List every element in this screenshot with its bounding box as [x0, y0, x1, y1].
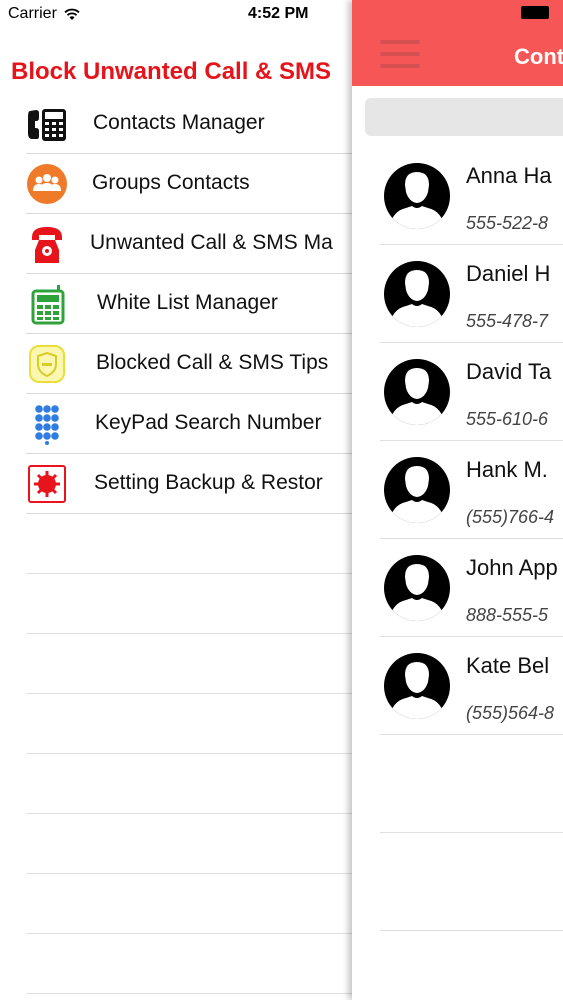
menu-item-label: White List Manager [97, 291, 278, 314]
contact-name: John App [466, 555, 558, 580]
menu-item-contacts-manager[interactable]: Contacts Manager [26, 94, 366, 154]
empty-row [380, 833, 563, 931]
menu-item-label: Groups Contacts [92, 171, 250, 194]
empty-row [26, 694, 366, 754]
empty-row [26, 874, 366, 934]
contact-name: Anna Ha [466, 163, 552, 188]
battery-icon [521, 6, 549, 19]
avatar-silhouette-icon [384, 359, 450, 425]
empty-row [26, 634, 366, 694]
avatar-silhouette-icon [384, 457, 450, 523]
avatar-silhouette-icon [384, 261, 450, 327]
empty-row [26, 754, 366, 814]
avatar-silhouette-icon [384, 163, 450, 229]
contact-name: David Ta [466, 359, 552, 384]
red-telephone-icon [32, 227, 62, 263]
empty-row [26, 814, 366, 874]
menu-item-label: KeyPad Search Number [95, 411, 322, 434]
empty-row [26, 934, 366, 994]
contact-phone: 555-522-8 [466, 213, 549, 233]
menu-item-label: Unwanted Call & SMS Ma [90, 231, 333, 254]
contact-phone: (555)766-4 [466, 507, 555, 527]
empty-row [26, 514, 366, 574]
contact-name: Kate Bel [466, 653, 550, 678]
search-bar[interactable] [365, 98, 563, 136]
blue-keypad-icon [35, 405, 59, 445]
carrier-label: Carrier [8, 5, 57, 22]
panel-header: Cont [352, 0, 563, 86]
wifi-icon [64, 8, 80, 20]
menu-list: Contacts Manager Groups Contacts Unwante… [26, 94, 366, 994]
contact-row[interactable]: Daniel H 555-478-7 [380, 245, 563, 343]
green-phone-keypad-icon [31, 285, 65, 325]
contact-phone: 555-478-7 [466, 311, 549, 331]
empty-row [26, 574, 366, 634]
menu-item-unwanted-call-sms[interactable]: Unwanted Call & SMS Ma [26, 214, 366, 274]
panel-title: Cont [514, 44, 563, 69]
menu-item-groups-contacts[interactable]: Groups Contacts [26, 154, 366, 214]
contact-row[interactable]: David Ta 555-610-6 [380, 343, 563, 441]
menu-item-keypad-search[interactable]: KeyPad Search Number [26, 394, 366, 454]
group-people-icon [27, 164, 67, 204]
contact-row[interactable]: Hank M. (555)766-4 [380, 441, 563, 539]
red-settings-box-icon [28, 465, 66, 503]
menu-item-setting-backup-restore[interactable]: Setting Backup & Restor [26, 454, 366, 514]
menu-item-blocked-tips[interactable]: Blocked Call & SMS Tips [26, 334, 366, 394]
contact-name: Daniel H [466, 261, 551, 286]
contact-row[interactable]: John App 888-555-5 [380, 539, 563, 637]
menu-item-label: Setting Backup & Restor [94, 471, 323, 494]
empty-row [380, 735, 563, 833]
contact-phone: 888-555-5 [466, 605, 549, 625]
yellow-shield-icon [29, 345, 65, 383]
contacts-panel: Cont Anna Ha 555-522-8 Daniel H 555-478-… [352, 0, 563, 1000]
status-bar-left: Carrier [8, 5, 81, 23]
menu-item-label: Contacts Manager [93, 111, 265, 134]
contact-phone: 555-610-6 [466, 409, 549, 429]
status-time: 4:52 PM [248, 5, 309, 22]
contact-phone: (555)564-8 [466, 703, 555, 723]
avatar-silhouette-icon [384, 555, 450, 621]
office-phone-icon [28, 109, 66, 141]
contact-row[interactable]: Kate Bel (555)564-8 [380, 637, 563, 735]
hamburger-menu-icon[interactable] [380, 40, 420, 70]
contact-name: Hank M. [466, 457, 548, 482]
contact-row[interactable]: Anna Ha 555-522-8 [380, 147, 563, 245]
app-title: Block Unwanted Call & SMS [11, 58, 332, 85]
contact-list: Anna Ha 555-522-8 Daniel H 555-478-7 Dav… [380, 147, 563, 931]
menu-item-white-list-manager[interactable]: White List Manager [26, 274, 366, 334]
menu-item-label: Blocked Call & SMS Tips [96, 351, 329, 374]
avatar-silhouette-icon [384, 653, 450, 719]
